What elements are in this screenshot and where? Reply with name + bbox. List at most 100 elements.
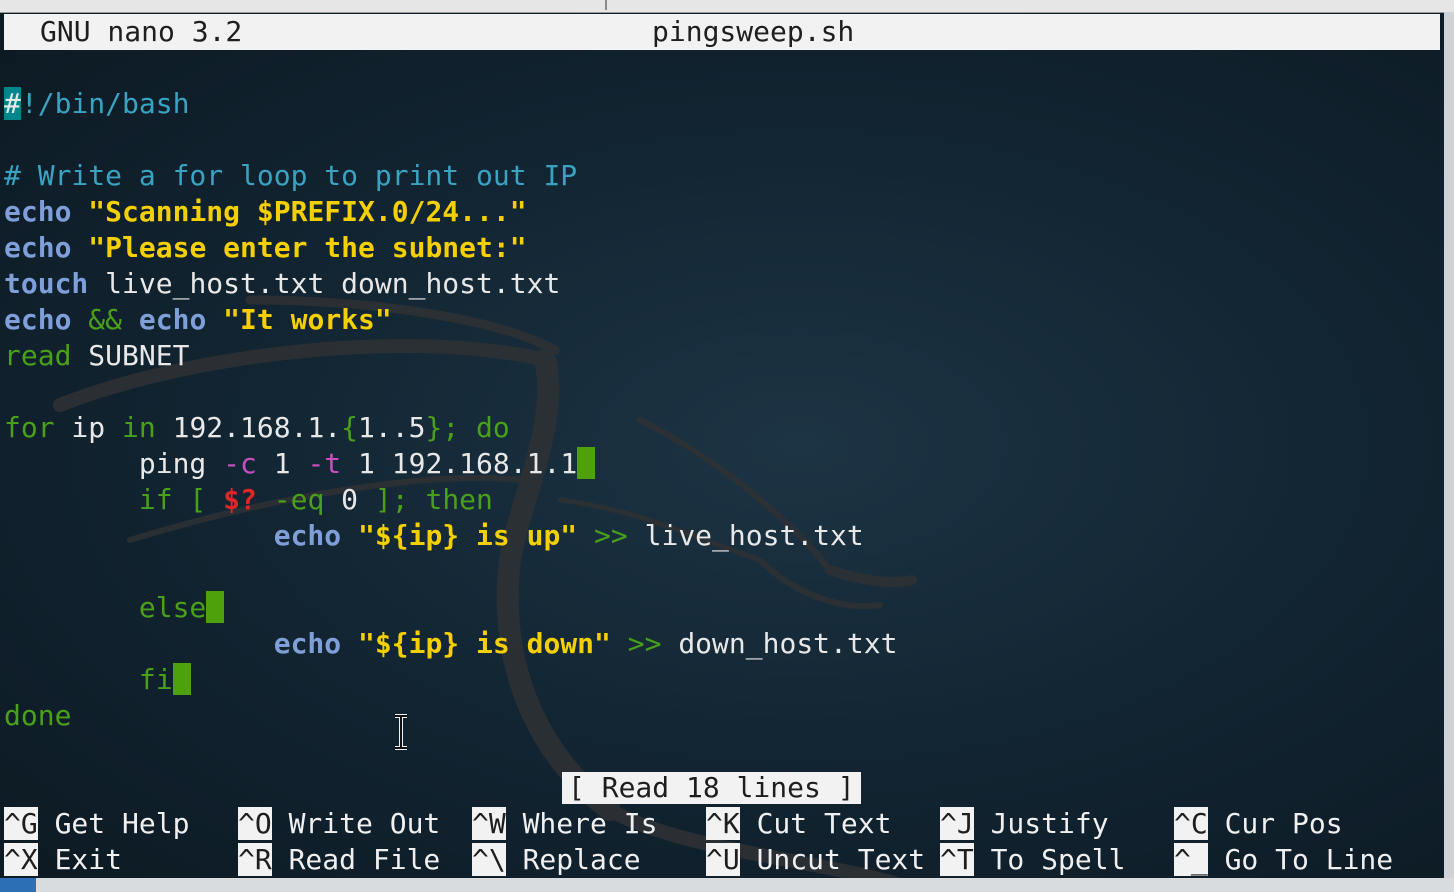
shortcut-label: To Spell: [973, 843, 1126, 876]
keyword-echo: echo: [4, 231, 72, 264]
keyword-echo: echo: [4, 195, 72, 228]
editor-text-area[interactable]: #!/bin/bash # Write a for loop to print …: [4, 86, 1440, 734]
shortcut-label: Cur Pos: [1207, 807, 1343, 840]
operator-and: &&: [88, 303, 123, 336]
code-line-18[interactable]: done: [4, 698, 1440, 734]
plain-text: ip: [54, 411, 123, 444]
shebang-text: !/bin/bash: [20, 87, 190, 120]
trailing-whitespace-marker: [172, 663, 191, 695]
shortcut-write-out[interactable]: ^O Write Out: [238, 806, 440, 842]
code-line-17[interactable]: fi: [4, 662, 1440, 698]
ibeam-cursor-icon: [395, 714, 407, 750]
plain-text: 0: [341, 483, 359, 516]
code-line-16[interactable]: echo "${ip} is down" >> down_host.txt: [4, 626, 1440, 662]
shortcut-key: ^W: [472, 807, 506, 840]
code-line-10[interactable]: for ip in 192.168.1.{1..5}; do: [4, 410, 1440, 446]
shortcut-cut-text[interactable]: ^K Cut Text: [706, 806, 891, 842]
start-button[interactable]: [0, 878, 36, 892]
nano-title-bar: GNU nano 3.2 pingsweep.sh: [4, 14, 1440, 50]
code-line-15[interactable]: else: [4, 590, 1440, 626]
keyword-fi: fi: [138, 663, 173, 696]
shortcut-key: ^U: [706, 843, 740, 876]
plain-text: 192.168.1.: [155, 411, 342, 444]
code-line-1[interactable]: #!/bin/bash: [4, 86, 1440, 122]
string-literal: "Please enter the subnet:": [88, 231, 527, 264]
keyword-else: else: [138, 591, 207, 624]
shortcut-label: Read File: [271, 843, 441, 876]
shortcut-key: ^J: [940, 807, 974, 840]
shortcut-justify[interactable]: ^J Justify: [940, 806, 1109, 842]
keyword-echo: echo: [273, 627, 342, 660]
text-cursor: #: [4, 87, 21, 120]
code-line-2[interactable]: [4, 122, 1440, 158]
code-line-7[interactable]: echo && echo "It works": [4, 302, 1440, 338]
plain-text: 1 192.168.1.1: [341, 447, 578, 480]
plain-text: SUBNET: [71, 339, 190, 372]
code-line-8[interactable]: read SUBNET: [4, 338, 1440, 374]
redirect-operator: >>: [594, 519, 628, 552]
plain-text: down_host.txt: [661, 627, 898, 660]
shortcut-to-spell[interactable]: ^T To Spell: [940, 842, 1125, 878]
code-line-14[interactable]: [4, 554, 1440, 590]
plain-text: ping: [138, 447, 224, 480]
code-line-13[interactable]: echo "${ip} is up" >> live_host.txt: [4, 518, 1440, 554]
option-flag: -t: [307, 447, 342, 480]
shortcut-label: Uncut Text: [739, 843, 926, 876]
code-line-5[interactable]: echo "Please enter the subnet:": [4, 230, 1440, 266]
keyword-in: in: [122, 411, 156, 444]
code-line-3[interactable]: # Write a for loop to print out IP: [4, 158, 1440, 194]
shortcut-key: ^O: [238, 807, 272, 840]
code-line-4[interactable]: echo "Scanning $PREFIX.0/24...": [4, 194, 1440, 230]
shortcut-label: Write Out: [271, 807, 441, 840]
shortcut-where-is[interactable]: ^W Where Is: [472, 806, 657, 842]
code-line-6[interactable]: touch live_host.txt down_host.txt: [4, 266, 1440, 302]
status-message: [ Read 18 lines ]: [562, 772, 861, 804]
code-line-12[interactable]: if [ $? -eq 0 ]; then: [4, 482, 1440, 518]
redirect-operator: >>: [627, 627, 662, 660]
shortcut-label: Get Help: [37, 807, 190, 840]
shortcut-key: ^_: [1174, 843, 1208, 876]
shortcut-replace[interactable]: ^\ Replace: [472, 842, 641, 878]
shortcut-cur-pos[interactable]: ^C Cur Pos: [1174, 806, 1343, 842]
shortcut-key: ^\: [472, 843, 506, 876]
keyword-do: ; do: [442, 411, 510, 444]
shortcut-go-to-line[interactable]: ^_ Go To Line: [1174, 842, 1393, 878]
window-top-notch: [605, 0, 607, 10]
keyword-touch: touch: [4, 267, 89, 300]
shortcut-key: ^C: [1174, 807, 1208, 840]
shortcut-key: ^K: [706, 807, 740, 840]
brace-open: {: [341, 411, 359, 444]
plain-text: 1: [256, 447, 308, 480]
shortcut-read-file[interactable]: ^R Read File: [238, 842, 440, 878]
string-literal: "${ip} is up": [358, 519, 578, 552]
shortcut-bar: ^G Get Help ^O Write Out ^W Where Is ^K …: [4, 806, 1440, 878]
keyword-if: if [: [138, 483, 224, 516]
code-line-9[interactable]: [4, 374, 1440, 410]
shortcut-get-help[interactable]: ^G Get Help: [4, 806, 189, 842]
keyword-for: for: [4, 411, 55, 444]
shortcut-label: Where Is: [505, 807, 658, 840]
shortcut-exit[interactable]: ^X Exit: [4, 842, 122, 878]
option-flag: -c: [223, 447, 257, 480]
keyword-echo: echo: [4, 303, 72, 336]
brace-close: }: [425, 411, 443, 444]
shortcut-key: ^X: [4, 843, 38, 876]
window-right-edge: [1444, 12, 1454, 892]
shortcut-label: Cut Text: [739, 807, 892, 840]
keyword-read: read: [4, 339, 72, 372]
keyword-echo: echo: [138, 303, 207, 336]
trailing-whitespace-marker: [577, 447, 596, 479]
plain-text: live_host.txt down_host.txt: [88, 267, 561, 300]
keyword-then: ]; then: [358, 483, 493, 516]
plain-text: 1..5: [358, 411, 426, 444]
string-literal: "It works": [223, 303, 392, 336]
shortcut-label: Justify: [973, 807, 1109, 840]
nano-version: GNU nano 3.2: [40, 15, 243, 48]
string-literal: "Scanning $PREFIX.0/24...": [88, 195, 527, 228]
special-variable: $?: [223, 483, 257, 516]
shortcut-key: ^R: [238, 843, 272, 876]
string-literal: "${ip} is down": [358, 627, 611, 660]
code-line-11[interactable]: ping -c 1 -t 1 192.168.1.1: [4, 446, 1440, 482]
shortcut-uncut-text[interactable]: ^U Uncut Text: [706, 842, 925, 878]
file-name: pingsweep.sh: [652, 15, 855, 48]
